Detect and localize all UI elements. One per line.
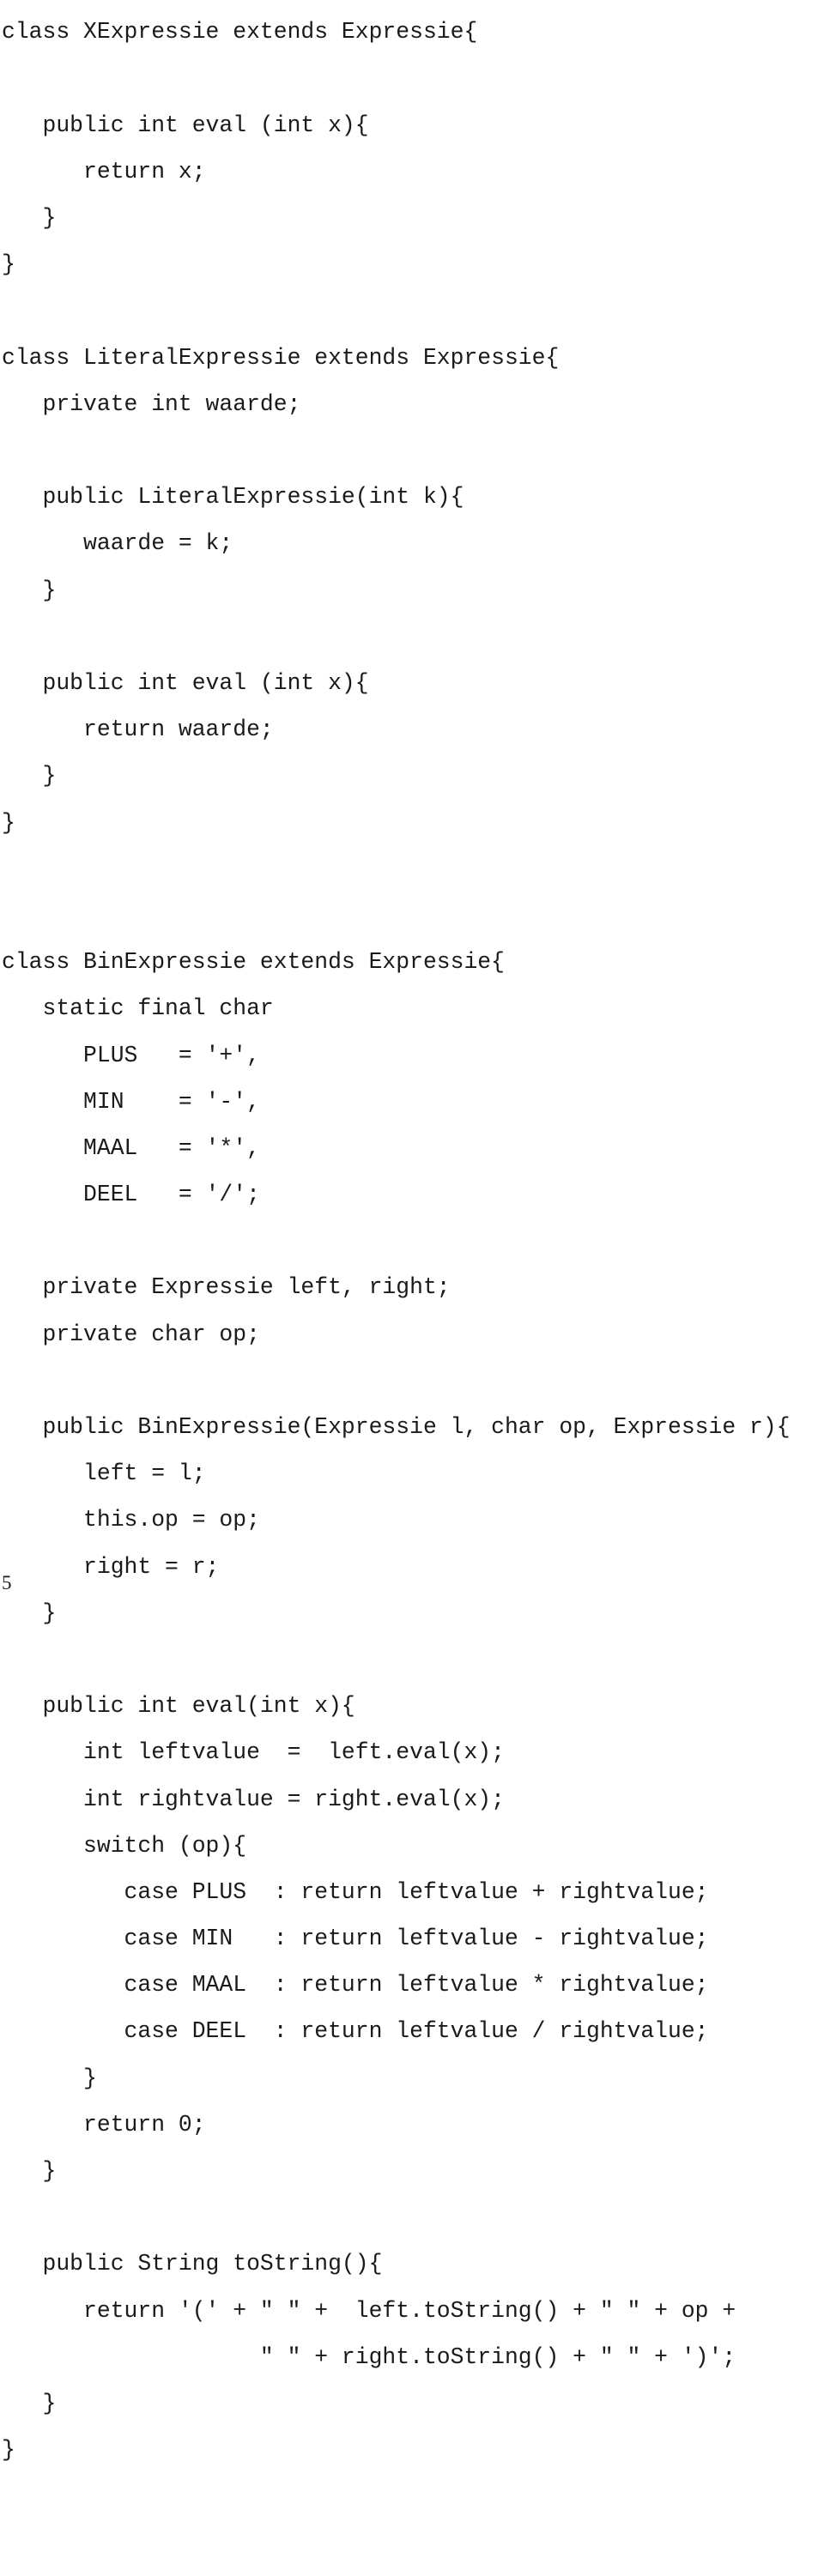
code-line: right = r; bbox=[2, 1553, 220, 1580]
page-number: 5 bbox=[2, 1572, 12, 1593]
code-line: class XExpressie extends Expressie{ bbox=[2, 19, 478, 45]
code-line: private Expressie left, right; bbox=[2, 1274, 451, 1301]
java-source-code-listing: class XExpressie extends Expressie{ publ… bbox=[2, 21, 822, 2485]
document-page: class XExpressie extends Expressie{ publ… bbox=[0, 0, 824, 2462]
code-line: MIN = '-', bbox=[2, 1088, 260, 1115]
code-line: PLUS = '+', bbox=[2, 1042, 260, 1068]
code-line: return '(' + " " + left.toString() + " "… bbox=[2, 2297, 736, 2324]
code-line: int rightvalue = right.eval(x); bbox=[2, 1786, 505, 1812]
code-line: case MAAL : return leftvalue * rightvalu… bbox=[2, 1972, 709, 1999]
code-line: return 0; bbox=[2, 2111, 206, 2138]
code-line: case MIN : return leftvalue - rightvalue… bbox=[2, 1926, 709, 1952]
code-line: public BinExpressie(Expressie l, char op… bbox=[2, 1414, 791, 1441]
code-line: case PLUS : return leftvalue + rightvalu… bbox=[2, 1878, 709, 1905]
code-line: case DEEL : return leftvalue / rightvalu… bbox=[2, 2018, 709, 2045]
code-line: waarde = k; bbox=[2, 530, 233, 557]
code-line: return x; bbox=[2, 158, 206, 184]
code-line: switch (op){ bbox=[2, 1832, 247, 1859]
code-line: } bbox=[2, 205, 57, 232]
code-line: public int eval (int x){ bbox=[2, 670, 369, 697]
code-line: } bbox=[2, 763, 57, 789]
code-line: } bbox=[2, 2065, 97, 2091]
code-line: left = l; bbox=[2, 1460, 206, 1487]
code-line: return waarde; bbox=[2, 717, 274, 743]
code-line: private char op; bbox=[2, 1321, 260, 1347]
code-line: DEEL = '/'; bbox=[2, 1182, 260, 1208]
code-line: static final char bbox=[2, 995, 274, 1022]
code-line: MAAL = '*', bbox=[2, 1134, 260, 1161]
code-line: class BinExpressie extends Expressie{ bbox=[2, 949, 505, 976]
code-line: this.op = op; bbox=[2, 1507, 260, 1533]
code-line: } bbox=[2, 809, 15, 836]
code-line: public int eval(int x){ bbox=[2, 1693, 355, 1720]
code-line: } bbox=[2, 2158, 57, 2185]
code-line: class LiteralExpressie extends Expressie… bbox=[2, 344, 560, 371]
code-line: } bbox=[2, 2390, 57, 2416]
code-line: " " + right.toString() + " " + ')'; bbox=[2, 2343, 736, 2370]
code-line: int leftvalue = left.eval(x); bbox=[2, 1739, 505, 1766]
code-line: private int waarde; bbox=[2, 390, 301, 417]
code-line: } bbox=[2, 2437, 15, 2464]
code-line: } bbox=[2, 1599, 57, 1626]
code-line: } bbox=[2, 577, 57, 603]
code-line: public String toString(){ bbox=[2, 2251, 383, 2277]
code-line: public LiteralExpressie(int k){ bbox=[2, 484, 464, 511]
code-content: class XExpressie extends Expressie{ publ… bbox=[2, 21, 822, 2462]
code-line: } bbox=[2, 251, 15, 278]
code-line: public int eval (int x){ bbox=[2, 112, 369, 138]
